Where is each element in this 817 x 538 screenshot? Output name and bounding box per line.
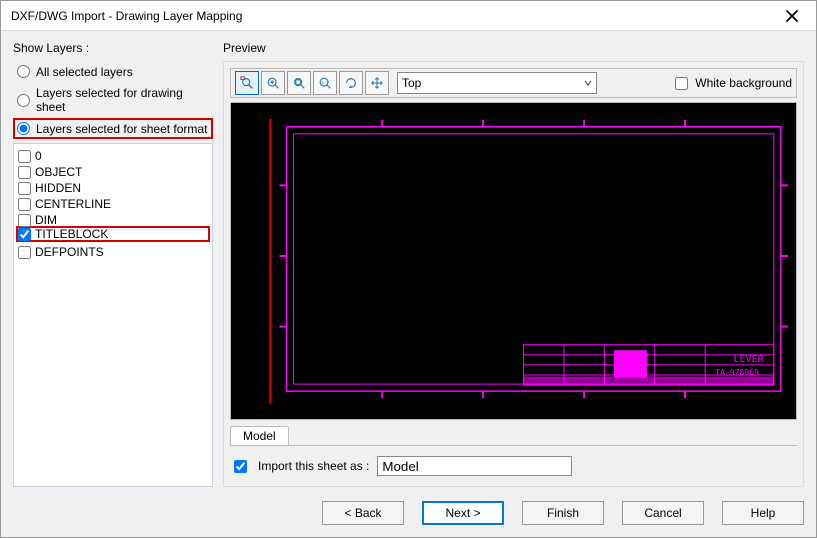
import-sheet-name-input[interactable] [377, 456, 572, 476]
magnifier-window-icon [240, 76, 254, 90]
tool-zoom-in[interactable] [261, 71, 285, 95]
radio-all-selected-layers[interactable]: All selected layers [13, 61, 213, 82]
radio-sheetformat-label: Layers selected for sheet format [36, 122, 207, 136]
tool-zoom-window[interactable] [235, 71, 259, 95]
layer-label: HIDDEN [35, 181, 81, 195]
chevron-down-icon [584, 79, 592, 87]
preview-canvas[interactable]: LEVER TA-978969 [230, 102, 797, 420]
layer-checkbox-dim[interactable] [18, 214, 31, 227]
radio-sheet-format[interactable]: Layers selected for sheet format [13, 118, 213, 139]
layer-item-hidden[interactable]: HIDDEN [16, 180, 210, 196]
magnifier-1to1-icon: 1 [318, 76, 332, 90]
radio-all-label: All selected layers [36, 65, 133, 79]
layer-item-titleblock[interactable]: TITLEBLOCK [16, 226, 210, 242]
radio-drawing-input[interactable] [17, 94, 30, 107]
help-button[interactable]: Help [722, 501, 804, 525]
rotate-icon [344, 76, 358, 90]
svg-text:1: 1 [322, 80, 325, 85]
show-layers-label: Show Layers : [13, 41, 213, 55]
white-background-checkbox[interactable] [675, 77, 688, 90]
tab-model[interactable]: Model [230, 426, 289, 445]
white-background-toggle[interactable]: White background [671, 74, 792, 93]
close-button[interactable] [774, 4, 810, 28]
layer-label: TITLEBLOCK [35, 227, 108, 241]
magnifier-fit-icon [292, 76, 306, 90]
window-title: DXF/DWG Import - Drawing Layer Mapping [11, 9, 774, 23]
layer-label: 0 [35, 149, 42, 163]
radio-sheetformat-input[interactable] [17, 122, 30, 135]
preview-toolbar: 1 Top White background [230, 68, 797, 98]
layer-checkbox-defpoints[interactable] [18, 246, 31, 259]
sheet-tabs: Model [230, 424, 797, 446]
radio-drawing-label: Layers selected for drawing sheet [36, 86, 209, 114]
back-button[interactable]: < Back [322, 501, 404, 525]
layers-listbox[interactable]: 0 OBJECT HIDDEN CENTERLINE DIM TITLEBLOC… [13, 143, 213, 487]
view-orientation-select[interactable]: Top [397, 72, 597, 94]
svg-text:LEVER: LEVER [733, 354, 764, 365]
next-button[interactable]: Next > [422, 501, 504, 525]
tool-zoom-fit[interactable] [287, 71, 311, 95]
layer-item-defpoints[interactable]: DEFPOINTS [16, 244, 210, 260]
import-sheet-checkbox[interactable] [234, 460, 247, 473]
radio-all-input[interactable] [17, 65, 30, 78]
layer-checkbox-titleblock[interactable] [18, 228, 31, 241]
layer-label: CENTERLINE [35, 197, 111, 211]
layer-item-0[interactable]: 0 [16, 148, 210, 164]
radio-drawing-sheet[interactable]: Layers selected for drawing sheet [13, 84, 213, 116]
layer-checkbox-hidden[interactable] [18, 182, 31, 195]
layer-checkbox-0[interactable] [18, 150, 31, 163]
cancel-button[interactable]: Cancel [622, 501, 704, 525]
layer-label: OBJECT [35, 165, 82, 179]
drawing-preview-svg: LEVER TA-978969 [231, 103, 796, 419]
svg-text:TA-978969: TA-978969 [715, 368, 759, 377]
tool-zoom-extents[interactable]: 1 [313, 71, 337, 95]
finish-button[interactable]: Finish [522, 501, 604, 525]
view-selected-value: Top [402, 76, 421, 90]
white-background-label: White background [695, 76, 792, 90]
layer-label: DIM [35, 213, 57, 227]
preview-label: Preview [223, 41, 804, 55]
import-sheet-label: Import this sheet as : [258, 459, 369, 473]
tool-pan[interactable] [365, 71, 389, 95]
layer-label: DEFPOINTS [35, 245, 104, 259]
layer-checkbox-centerline[interactable] [18, 198, 31, 211]
pan-arrows-icon [370, 76, 384, 90]
layer-item-object[interactable]: OBJECT [16, 164, 210, 180]
layer-checkbox-object[interactable] [18, 166, 31, 179]
close-icon [785, 9, 799, 23]
layer-item-centerline[interactable]: CENTERLINE [16, 196, 210, 212]
tool-rotate[interactable] [339, 71, 363, 95]
magnifier-plus-icon [266, 76, 280, 90]
